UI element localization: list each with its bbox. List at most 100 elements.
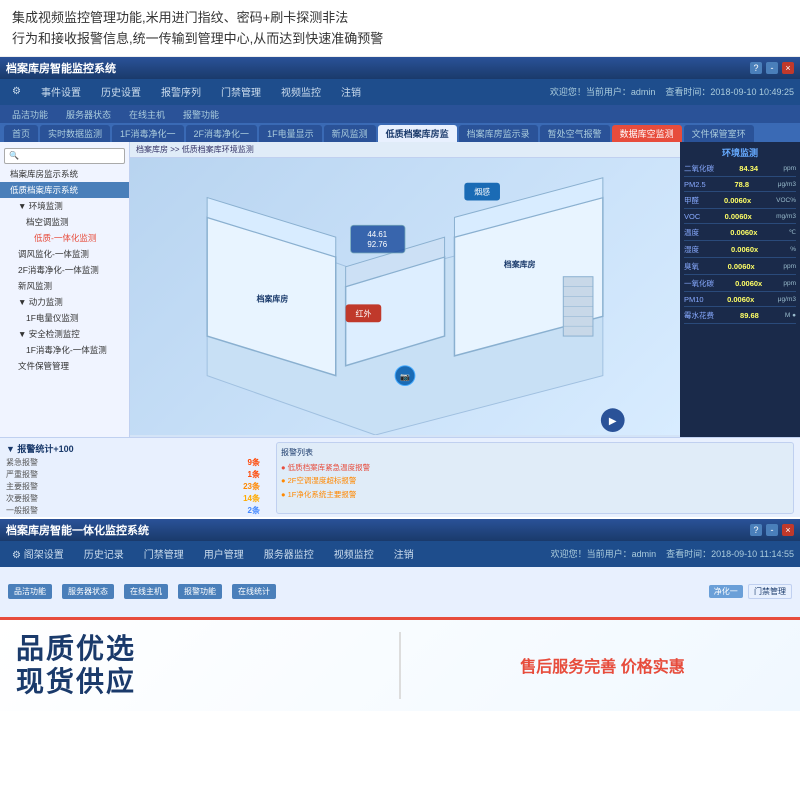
nav-door[interactable]: 门禁管理	[215, 82, 267, 101]
alert-minor-count: 14条	[243, 493, 260, 504]
env-temp-label: 温度	[684, 227, 699, 238]
navbar-1: ⚙ 事件设置 历史设置 报警序列 门禁管理 视频监控 注销 欢迎您！当前用户：a…	[0, 79, 800, 105]
tab-1f-power[interactable]: 1F电量显示	[259, 125, 322, 142]
env-humid-row: 湿度 0.0060x %	[684, 244, 796, 258]
sidebar-item-power[interactable]: ▼ 动力监测	[0, 294, 129, 310]
env-pm10-row: PM10 0.0060x μg/m3	[684, 295, 796, 307]
nav2-video[interactable]: 视频监控	[328, 544, 380, 563]
tab-top-server[interactable]: 服务器状态	[58, 106, 119, 123]
window-controls-1[interactable]: ? - ×	[750, 62, 794, 74]
nav-gear-icon[interactable]: ⚙	[6, 84, 27, 99]
nav2-server[interactable]: 服务器监控	[258, 544, 320, 563]
nav-history[interactable]: 历史设置	[95, 82, 147, 101]
tab-file-room[interactable]: 文件保管室环	[684, 125, 754, 142]
floor-plan-container: 档案库房 >> 低质档案库环境监测	[130, 142, 680, 437]
environment-panel: 环境监测 二氧化碳 84.34 ppm PM2.5 78.8 μg/m3 甲醛 …	[680, 142, 800, 437]
sidebar-item-integrated[interactable]: 低质-一体化监测	[0, 230, 129, 246]
ad-left: 品质优选 现货供应	[16, 632, 379, 699]
alert-normal: 一般报警 2条	[6, 505, 260, 516]
tab-top-jiejia[interactable]: 品洁功能	[4, 106, 56, 123]
env-voc-value: 0.0060x	[724, 196, 751, 205]
ad-price: 价格实惠	[621, 659, 685, 676]
env-pm25-label: PM2.5	[684, 180, 706, 189]
env-temp-unit: ℃	[789, 228, 796, 236]
tab-archive-show[interactable]: 档案库房监示录	[459, 125, 538, 142]
tab-air-alarm[interactable]: 暂处空气报警	[540, 125, 610, 142]
env-humid-value: 0.0060x	[731, 245, 758, 254]
tab2-net[interactable]: 净化一	[709, 585, 743, 598]
svg-text:📷: 📷	[400, 372, 410, 381]
tab2-stats[interactable]: 在线统计	[232, 584, 276, 599]
env-pm10-unit: μg/m3	[778, 296, 796, 303]
tab-low-quality[interactable]: 低质档案库房监	[378, 125, 457, 142]
sidebar-item-env[interactable]: ▼ 环境监测	[0, 198, 129, 214]
ad-sub-text: 售后服务完善 价格实惠	[421, 653, 784, 677]
tab-home[interactable]: 首页	[4, 125, 38, 142]
tab-1f-purify[interactable]: 1F消毒净化一	[112, 125, 184, 142]
env-mold-unit: M ●	[785, 312, 796, 319]
alert-stats: ▼ 报警统计+100 紧急报警 9条 严重报警 1条 主要报警 23条 次要报警…	[6, 442, 260, 517]
env-pm25-row: PM2.5 78.8 μg/m3	[684, 180, 796, 192]
nav2-gear[interactable]: ⚙ 阁架设置	[6, 544, 70, 563]
tab-realtime[interactable]: 实时数据监测	[40, 125, 110, 142]
alert-normal-count: 2条	[248, 505, 260, 516]
env-ozone-row: 臭氧 0.0060x ppm	[684, 261, 796, 275]
tab-2f-purify[interactable]: 2F消毒净化一	[186, 125, 258, 142]
nav2-user[interactable]: 用户管理	[198, 544, 250, 563]
search-input[interactable]	[9, 151, 120, 160]
ad-line1: 品质优选	[16, 632, 379, 666]
env-mold-label: 霉水花费	[684, 310, 714, 321]
svg-text:92.76: 92.76	[367, 240, 387, 249]
maximize-button[interactable]: -	[766, 62, 778, 74]
nav2-logout[interactable]: 注销	[388, 544, 420, 563]
sidebar-item-filemgmt[interactable]: 文件保管管理	[0, 358, 129, 374]
monitoring-system-2: 档案库房智能一体化监控系统 ? - × ⚙ 阁架设置 历史记录 门禁管理 用户管…	[0, 519, 800, 617]
alert-minor-label: 次要报警	[6, 493, 38, 504]
tab2-door-mgmt[interactable]: 门禁管理	[748, 584, 792, 599]
env-co2-unit: ppm	[783, 165, 796, 172]
tab-top-online[interactable]: 在线主机	[121, 106, 173, 123]
window-controls-2[interactable]: ? - ×	[750, 524, 794, 536]
sidebar-search[interactable]	[4, 148, 125, 164]
sidebar-item-ventil[interactable]: 调风监化-一体监测	[0, 246, 129, 262]
env-voc-unit: VOC%	[776, 197, 796, 204]
tab-db-monitor[interactable]: 数据库空监测	[612, 125, 682, 142]
nav-logout[interactable]: 注销	[335, 82, 367, 101]
maximize-button-2[interactable]: -	[766, 524, 778, 536]
sidebar-item-1f-meter[interactable]: 1F电量仪监测	[0, 310, 129, 326]
sidebar-item-low[interactable]: 低质档案库示系统	[0, 182, 129, 198]
env-voc2-row: VOC 0.0060x mg/m3	[684, 212, 796, 224]
minimize-button-2[interactable]: ?	[750, 524, 762, 536]
env-voc2-unit: mg/m3	[776, 213, 796, 220]
titlebar-1: 档案库房智能监控系统 ? - ×	[0, 57, 800, 79]
alert-serious-count: 1条	[248, 469, 260, 480]
env-temp-value: 0.0060x	[730, 228, 757, 237]
nav2-door[interactable]: 门禁管理	[138, 544, 190, 563]
svg-text:44.61: 44.61	[367, 230, 387, 239]
alert-serious: 严重报警 1条	[6, 469, 260, 480]
nav2-info: 欢迎您！当前用户：admin 查看时间：2018-09-10 11:14:55	[551, 547, 794, 560]
sidebar-item-fresh[interactable]: 新风监测	[0, 278, 129, 294]
tab-top-alarm[interactable]: 报警功能	[175, 106, 227, 123]
tab2-alarm[interactable]: 报警功能	[178, 584, 222, 599]
tab2-server[interactable]: 服务器状态	[62, 584, 114, 599]
sidebar-item-2f[interactable]: 2F消毒净化-一体监测	[0, 262, 129, 278]
tab-fresh-air[interactable]: 新风监测	[324, 125, 376, 142]
nav2-history[interactable]: 历史记录	[78, 544, 130, 563]
tab2-online[interactable]: 在线主机	[124, 584, 168, 599]
minimize-button[interactable]: ?	[750, 62, 762, 74]
nav-video[interactable]: 视频监控	[275, 82, 327, 101]
nav-alarm[interactable]: 报警序列	[155, 82, 207, 101]
close-button-2[interactable]: ×	[782, 524, 794, 536]
nav-event[interactable]: 事件设置	[35, 82, 87, 101]
alert-minor: 次要报警 14条	[6, 493, 260, 504]
tab2-purify[interactable]: 品洁功能	[8, 584, 52, 599]
env-ozone-value: 0.0060x	[728, 262, 755, 271]
sidebar-item-1f-purify[interactable]: 1F消毒净化-一体监测	[0, 342, 129, 358]
sidebar-item-aircon[interactable]: 档空调监测	[0, 214, 129, 230]
sidebar-item-main[interactable]: 档案库房监示系统	[0, 166, 129, 182]
close-button[interactable]: ×	[782, 62, 794, 74]
env-ozone-unit: ppm	[783, 263, 796, 270]
alert-section: ▼ 报警统计+100 紧急报警 9条 严重报警 1条 主要报警 23条 次要报警…	[0, 437, 800, 517]
sidebar-item-security[interactable]: ▼ 安全检测监控	[0, 326, 129, 342]
